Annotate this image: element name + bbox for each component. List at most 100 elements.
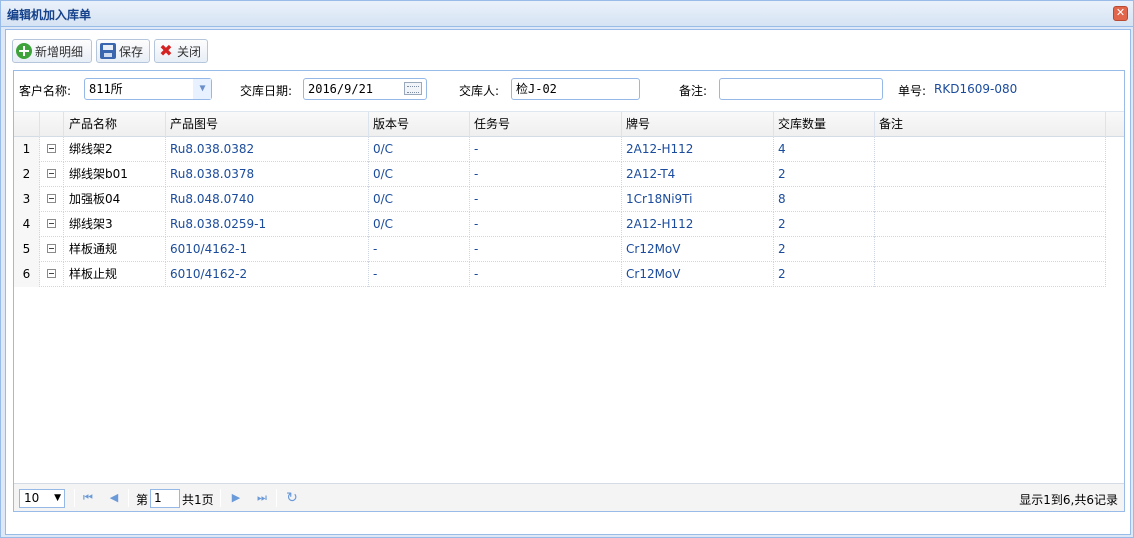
expand-cell[interactable] [40, 262, 64, 287]
header-grade[interactable]: 牌号 [622, 112, 774, 137]
refresh-icon[interactable]: ↻ [284, 490, 300, 506]
cell-remark [875, 237, 1106, 262]
expand-cell[interactable] [40, 162, 64, 187]
close-label: 关闭 [177, 44, 202, 59]
table-row[interactable]: 5 样板通规 6010/4162-1- - Cr12MoV 2 [14, 237, 1106, 262]
grid-header: 产品名称 产品图号 版本号 任务号 牌号 交库数量 备注 [14, 111, 1124, 137]
dropdown-arrow-icon[interactable]: ▼ [193, 79, 211, 99]
date-value: 2016/9/21 [308, 82, 374, 96]
page-total: 共1页 [182, 493, 214, 507]
table-row[interactable]: 4 绑线架3 Ru8.038.0259-1 0/C -2A12-H112 2 [14, 212, 1106, 237]
header-expand [40, 112, 64, 137]
form-panel: 客户名称: 811所 ▼ 交库日期: 2016/9/21 交库人: 检J-02 … [13, 70, 1125, 512]
expand-cell[interactable] [40, 212, 64, 237]
close-button[interactable]: ✖ 关闭 [154, 39, 208, 63]
edit-inbound-window: 编辑机加入库单 ✕ 新增明细 保存 ✖ 关闭 客户名称: 811所 ▼ 交库日期… [0, 0, 1134, 538]
pager-separator [220, 489, 221, 507]
cell-drawing-no: 6010/4162-1 [166, 237, 369, 262]
order-number: RKD1609-080 [934, 82, 1018, 96]
table-row[interactable]: 2 绑线架b01 Ru8.038.0378 0/C -2A12-T4 2 [14, 162, 1106, 187]
cell-version: - [369, 237, 470, 262]
cell-quantity: 2 [774, 237, 875, 262]
table-row[interactable]: 6 样板止规 6010/4162-2- - Cr12MoV 2 [14, 262, 1106, 287]
collapse-icon[interactable] [47, 194, 56, 203]
customer-value: 811所 [89, 82, 123, 96]
order-label: 单号: [898, 84, 927, 98]
customer-select[interactable]: 811所 ▼ [84, 78, 212, 100]
expand-cell[interactable] [40, 187, 64, 212]
window-body: 新增明细 保存 ✖ 关闭 客户名称: 811所 ▼ 交库日期: 2016/9/2 [5, 29, 1131, 535]
collapse-icon[interactable] [47, 144, 56, 153]
save-button[interactable]: 保存 [96, 39, 150, 63]
cell-grade: 2A12-H112 [622, 137, 774, 162]
collapse-icon[interactable] [47, 169, 56, 178]
header-rownum [14, 112, 40, 137]
add-icon [16, 43, 32, 59]
form-header-row: 客户名称: 811所 ▼ 交库日期: 2016/9/21 交库人: 检J-02 … [14, 71, 1124, 109]
person-label: 交库人: [459, 84, 500, 98]
person-field[interactable]: 检J-02 [511, 78, 640, 100]
pager-separator [276, 489, 277, 507]
cell-remark [875, 162, 1106, 187]
expand-cell[interactable] [40, 237, 64, 262]
cell-remark [875, 137, 1106, 162]
add-detail-label: 新增明细 [35, 44, 84, 59]
cell-task-no: - [470, 237, 622, 262]
cell-grade: 1Cr18Ni9Ti [622, 187, 774, 212]
person-value: 检J-02 [516, 82, 557, 96]
cell-grade: Cr12MoV [622, 237, 774, 262]
customer-label: 客户名称: [19, 84, 72, 98]
cell-quantity: 2 [774, 162, 875, 187]
cell-product-name: 样板止规 [64, 262, 166, 287]
cell-version: 0/C [369, 137, 470, 162]
table-row[interactable]: 3 加强板04 Ru8.048.0740 0/C -1Cr18Ni9Ti 8 [14, 187, 1106, 212]
collapse-icon[interactable] [47, 244, 56, 253]
last-page-icon[interactable]: ⏭ [254, 490, 270, 506]
close-icon[interactable]: ✕ [1113, 6, 1128, 21]
cell-remark [875, 262, 1106, 287]
prev-page-icon[interactable]: ◀ [106, 490, 122, 506]
pager-separator [128, 489, 129, 507]
cell-drawing-no: 6010/4162-2 [166, 262, 369, 287]
cell-product-name: 绑线架2 [64, 137, 166, 162]
collapse-icon[interactable] [47, 269, 56, 278]
header-task-no[interactable]: 任务号 [470, 112, 622, 137]
cell-product-name: 加强板04 [64, 187, 166, 212]
row-number: 3 [14, 187, 40, 212]
date-field[interactable]: 2016/9/21 [303, 78, 427, 100]
cell-grade: Cr12MoV [622, 262, 774, 287]
row-number: 1 [14, 137, 40, 162]
header-quantity[interactable]: 交库数量 [774, 112, 875, 137]
window-title: 编辑机加入库单 [7, 8, 92, 22]
collapse-icon[interactable] [47, 219, 56, 228]
header-drawing-no[interactable]: 产品图号 [166, 112, 369, 137]
cell-version: 0/C [369, 162, 470, 187]
first-page-icon[interactable]: ⏮ [80, 490, 96, 506]
cell-drawing-no: Ru8.048.0740 [166, 187, 369, 212]
page-size-select[interactable]: 10 ▼ [19, 489, 65, 508]
cell-task-no: - [470, 212, 622, 237]
page-number-input[interactable]: 1 [150, 489, 180, 508]
header-remark[interactable]: 备注 [875, 112, 1106, 137]
cell-version: 0/C [369, 187, 470, 212]
add-detail-button[interactable]: 新增明细 [12, 39, 92, 63]
pager-separator [74, 489, 75, 507]
header-version[interactable]: 版本号 [369, 112, 470, 137]
cell-version: - [369, 262, 470, 287]
cancel-icon: ✖ [159, 41, 173, 60]
cell-remark [875, 187, 1106, 212]
date-label: 交库日期: [240, 84, 293, 98]
cell-quantity: 2 [774, 212, 875, 237]
header-product-name[interactable]: 产品名称 [64, 112, 166, 137]
cell-grade: 2A12-H112 [622, 212, 774, 237]
cell-product-name: 样板通规 [64, 237, 166, 262]
page-size-value: 10 [24, 491, 40, 505]
row-number: 5 [14, 237, 40, 262]
table-row[interactable]: 1 绑线架2 Ru8.038.0382 0/C -2A12-H112 4 [14, 137, 1106, 162]
expand-cell[interactable] [40, 137, 64, 162]
toolbar: 新增明细 保存 ✖ 关闭 [6, 30, 1130, 68]
cell-quantity: 4 [774, 137, 875, 162]
next-page-icon[interactable]: ▶ [228, 490, 244, 506]
calendar-icon[interactable] [404, 82, 422, 95]
remark-field[interactable] [719, 78, 883, 100]
